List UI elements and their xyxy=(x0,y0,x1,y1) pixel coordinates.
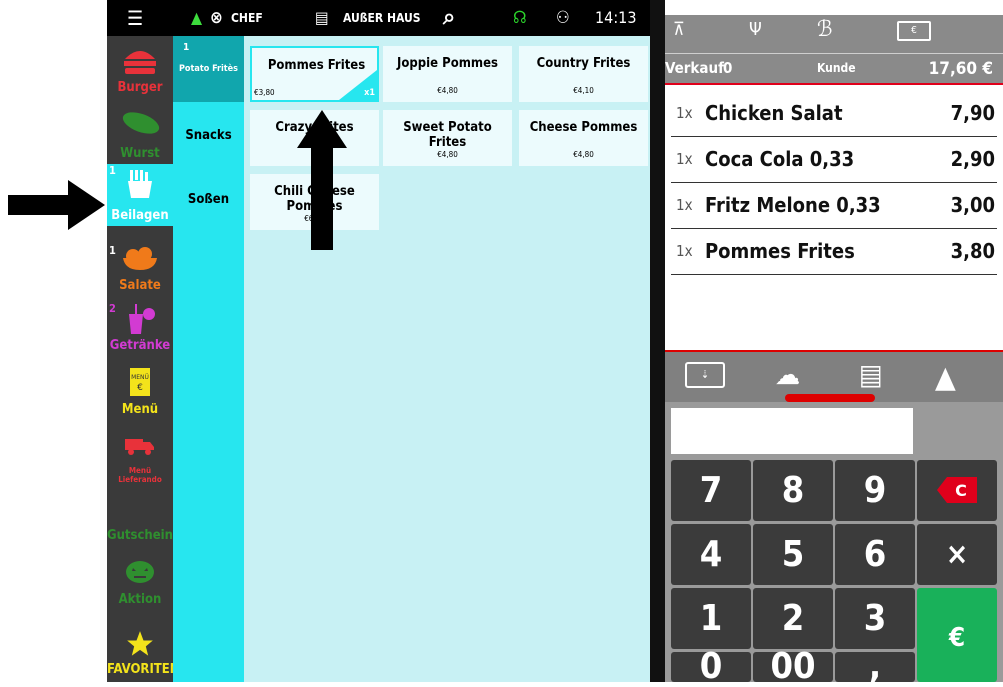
user-label: CHEF xyxy=(231,11,263,25)
key-00[interactable]: 00 xyxy=(753,649,833,685)
star-icon xyxy=(127,631,153,656)
menu-list-icon[interactable]: ▤ xyxy=(315,0,329,36)
drink-icon xyxy=(129,304,155,334)
key-2[interactable]: 2 xyxy=(753,588,833,649)
fries-icon xyxy=(128,170,152,198)
category-gutschein[interactable]: Gutschein xyxy=(107,524,173,548)
clock-time: 14:13 xyxy=(595,8,637,27)
subcategory-snacks[interactable]: Snacks xyxy=(173,128,244,143)
category-beilagen[interactable]: 1 Beilagen xyxy=(107,164,173,226)
headset-icon[interactable]: ☊ xyxy=(513,0,527,36)
key-4[interactable]: 4 xyxy=(671,524,751,585)
svg-text:€: € xyxy=(137,383,143,393)
category-getraenke[interactable]: 2 Getränke xyxy=(107,302,173,358)
category-menue-lieferando[interactable]: Menü Lieferando xyxy=(107,432,173,484)
burger-icon xyxy=(124,51,156,74)
pay-icon: € xyxy=(948,623,966,653)
order-item[interactable]: 1x Chicken Salat 7,90 xyxy=(671,90,997,137)
cloud-kitchen-icon[interactable]: ☁ xyxy=(775,358,800,391)
key-7[interactable]: 7 xyxy=(671,460,751,521)
product-qty-badge: x1 xyxy=(364,88,375,98)
navigate-icon[interactable]: ▲ xyxy=(935,360,956,395)
svg-text:C: C xyxy=(955,481,967,500)
key-3[interactable]: 3 xyxy=(835,588,915,649)
product-country-frites[interactable]: Country Frites €4,10 xyxy=(519,46,648,102)
order-total: 17,60 € xyxy=(928,59,993,79)
bell-icon[interactable]: ▲ xyxy=(191,0,202,36)
customer-icon[interactable]: ℬ xyxy=(817,17,833,42)
category-salate[interactable]: 1 Salate xyxy=(107,244,173,298)
drawer-handle[interactable] xyxy=(785,394,875,402)
search-icon[interactable]: ⌕ xyxy=(443,0,455,36)
category-sidebar: Burger Wurst 1 Beilagen 1 Salate 2 Geträ… xyxy=(107,36,180,682)
key-9[interactable]: 9 xyxy=(835,460,915,521)
mode-label[interactable]: AUßER HAUS xyxy=(343,0,421,36)
svg-text:MENÜ: MENÜ xyxy=(131,374,149,381)
header-red-line xyxy=(665,83,1003,85)
pay-button[interactable]: € xyxy=(917,588,997,682)
category-menue[interactable]: MENÜ € Menü xyxy=(107,364,173,426)
order-item[interactable]: 1x Fritz Melone 0,33 3,00 xyxy=(671,182,997,229)
clear-icon: C xyxy=(937,477,977,503)
cash-drawer-icon[interactable]: ⇣ xyxy=(685,362,725,388)
pointer-arrow-right xyxy=(8,180,105,230)
numeric-keypad: 7 8 9 C 4 5 6 × 1 2 3 € 0 00 , xyxy=(665,402,1003,685)
sale-value: 0 xyxy=(723,59,733,77)
key-5[interactable]: 5 xyxy=(753,524,833,585)
sausage-icon xyxy=(122,112,160,134)
key-comma[interactable]: , xyxy=(835,649,915,685)
key-clear[interactable]: C xyxy=(917,460,997,521)
order-item[interactable]: 1x Coca Cola 0,33 2,90 xyxy=(671,136,997,183)
header-rule xyxy=(665,53,1003,54)
pumpkin-icon xyxy=(126,561,154,583)
pointer-arrow-up xyxy=(297,110,347,250)
product-cheese-pommes[interactable]: Cheese Pommes €4,80 xyxy=(519,110,648,166)
top-bar: ☰ ▲ ⊗ CHEF ▤ AUßER HAUS ⌕ ☊ ⚇ 14:13 xyxy=(107,0,650,36)
order-toolbar: ⇣ ☁ ▤ ▲ xyxy=(665,350,1003,404)
category-wurst[interactable]: Wurst xyxy=(107,102,173,162)
order-item[interactable]: 1x Pommes Frites 3,80 xyxy=(671,228,997,275)
product-sweet-potato-frites[interactable]: Sweet Potato Frites €4,80 xyxy=(383,110,512,166)
delivery-truck-icon xyxy=(125,439,154,455)
sale-label: Verkauf xyxy=(665,59,724,77)
waiter-icon[interactable]: ⚇ xyxy=(556,0,570,36)
table-icon[interactable]: ⊼ xyxy=(673,19,685,40)
keypad-display xyxy=(671,408,913,454)
subcategory-potato-frites[interactable]: 1 Potato Fritès xyxy=(173,36,244,102)
cutlery-icon[interactable]: Ψ xyxy=(749,19,762,40)
key-6[interactable]: 6 xyxy=(835,524,915,585)
category-favoriten[interactable]: FAVORITEN xyxy=(107,628,180,682)
menu-icon[interactable]: ☰ xyxy=(127,0,143,36)
subcategory-column: 1 Potato Fritès Snacks Soßen xyxy=(173,36,244,682)
cash-icon[interactable]: € xyxy=(897,21,931,41)
menu-card-icon: MENÜ € xyxy=(130,368,150,396)
key-multiply[interactable]: × xyxy=(917,524,997,585)
key-8[interactable]: 8 xyxy=(753,460,833,521)
key-1[interactable]: 1 xyxy=(671,588,751,649)
customer-label[interactable]: Kunde xyxy=(817,61,856,75)
user-icon[interactable]: ⊗ xyxy=(210,0,223,36)
subcategory-sossen[interactable]: Soßen xyxy=(173,192,244,207)
category-burger[interactable]: Burger xyxy=(107,40,173,98)
invoice-icon[interactable]: ▤ xyxy=(859,358,883,391)
order-header: ⊼ Ψ ℬ € Verkauf 0 Kunde 17,60 € xyxy=(665,15,1003,83)
divider-bar xyxy=(650,0,665,682)
salad-bowl-icon xyxy=(123,247,157,270)
category-aktion[interactable]: Aktion xyxy=(107,554,173,614)
product-joppie-pommes[interactable]: Joppie Pommes €4,80 xyxy=(383,46,512,102)
product-pommes-frites[interactable]: Pommes Frites €3,80 x1 xyxy=(250,46,379,102)
key-0[interactable]: 0 xyxy=(671,649,751,685)
